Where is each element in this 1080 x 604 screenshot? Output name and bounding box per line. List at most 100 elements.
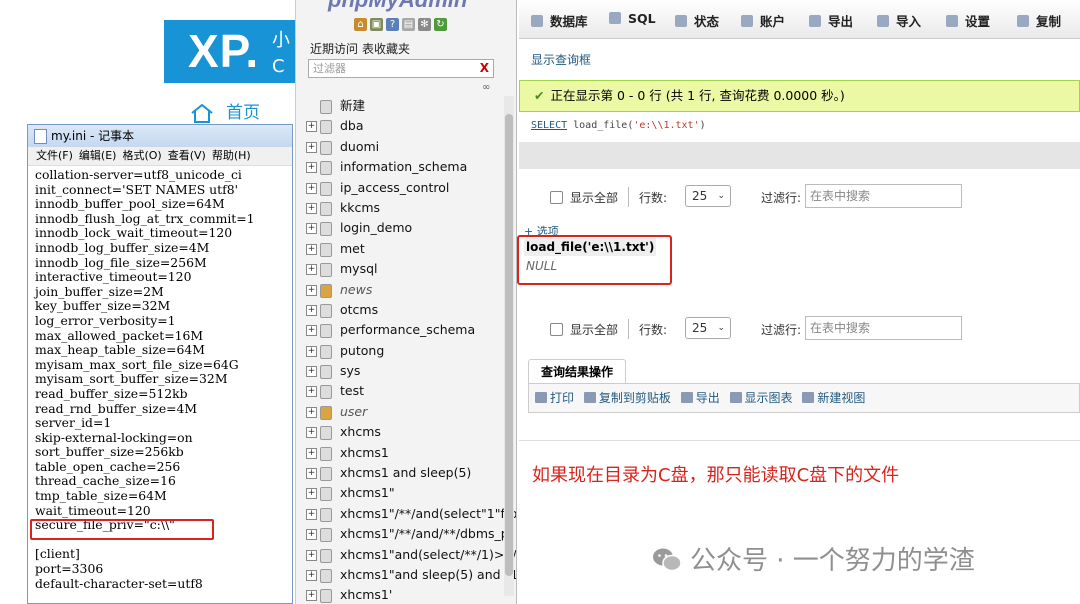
print-button[interactable]: 打印	[535, 391, 574, 405]
tree-item[interactable]: + xhcms1"/**/and/**/dbms_pi	[304, 524, 512, 544]
tree-item[interactable]: + performance_schema	[304, 320, 504, 340]
menu-help[interactable]: 帮助(H)	[212, 149, 251, 162]
expand-icon[interactable]: +	[306, 508, 317, 520]
expand-icon[interactable]: +	[306, 264, 317, 276]
expand-icon[interactable]: +	[306, 386, 317, 398]
expand-icon[interactable]: +	[306, 243, 317, 255]
nav-settings[interactable]: 设置	[946, 11, 990, 30]
reload-icon[interactable]: ↻	[434, 18, 447, 31]
tree-item[interactable]: + xhcms1"	[304, 483, 504, 503]
tree-item[interactable]: + xhcms1"and(select/**/1)>0/	[304, 545, 516, 565]
tree-item[interactable]: + putong	[304, 341, 504, 361]
database-icon	[320, 283, 332, 298]
logout-icon[interactable]: ▣	[370, 18, 383, 31]
clear-filter-button[interactable]: X	[480, 60, 489, 77]
tab-recent[interactable]: 近期访问	[310, 42, 358, 56]
gear-icon[interactable]: ✻	[418, 18, 431, 31]
notepad-line: port=3306	[35, 561, 104, 577]
copy-clipboard-button[interactable]: 复制到剪贴板	[583, 391, 671, 405]
nav-sql[interactable]: SQL	[609, 11, 656, 26]
menu-view[interactable]: 查看(V)	[168, 149, 206, 162]
expand-icon[interactable]: +	[306, 427, 317, 439]
tree-item[interactable]: + xhcms1 and sleep(5)	[304, 463, 504, 483]
export-button[interactable]: 导出	[680, 391, 720, 405]
tree-item[interactable]: + sys	[304, 361, 504, 381]
show-all-checkbox[interactable]	[550, 191, 563, 204]
tree-item-label: dba	[340, 118, 364, 134]
home-icon[interactable]: ⌂	[354, 18, 367, 31]
link-icon[interactable]: ∞	[482, 82, 490, 93]
tree-item[interactable]: + duomi	[304, 137, 504, 157]
show-query-box-link[interactable]: 显示查询框	[531, 51, 591, 68]
expand-icon[interactable]: +	[306, 202, 317, 214]
nav-replication[interactable]: 复制	[1017, 11, 1061, 30]
show-all-checkbox[interactable]	[550, 323, 563, 336]
tree-item[interactable]: + news	[304, 280, 504, 300]
expand-icon[interactable]: +	[306, 406, 317, 418]
xp-home-link[interactable]: 首页	[190, 98, 260, 123]
create-view-button[interactable]: 新建视图	[802, 391, 865, 405]
tree-item[interactable]: + information_schema	[304, 157, 504, 177]
expand-icon[interactable]: +	[306, 488, 317, 500]
nav-databases[interactable]: 数据库	[531, 11, 588, 30]
expand-icon[interactable]: +	[306, 366, 317, 378]
expand-icon[interactable]: +	[306, 182, 317, 194]
view-icon	[802, 392, 815, 403]
expand-icon[interactable]: +	[306, 590, 317, 602]
tree-item[interactable]: + test	[304, 381, 504, 401]
filter-rows-input[interactable]: 在表中搜索	[805, 184, 962, 208]
filter-rows-input[interactable]: 在表中搜索	[805, 316, 962, 340]
tree-item[interactable]: + xhcms	[304, 422, 504, 442]
sql-keyword[interactable]: SELECT	[531, 120, 567, 131]
tree-item-label: xhcms1"and sleep(5) and "1	[340, 566, 517, 582]
expand-icon[interactable]: +	[306, 468, 317, 480]
expand-icon[interactable]: +	[306, 223, 317, 235]
tab-favorites[interactable]: 表收藏夹	[362, 42, 410, 56]
tree-item[interactable]: + met	[304, 239, 504, 259]
nav-accounts[interactable]: 账户	[741, 11, 785, 30]
tree-item[interactable]: 新建	[304, 96, 504, 116]
expand-icon[interactable]: +	[306, 141, 317, 153]
expand-icon[interactable]: +	[306, 304, 317, 316]
tree-item[interactable]: + ip_access_control	[304, 178, 504, 198]
docs-icon[interactable]: ▤	[402, 18, 415, 31]
db-filter-input[interactable]: 过滤器 X	[308, 59, 494, 78]
expand-icon[interactable]: +	[306, 284, 317, 296]
expand-icon[interactable]: +	[306, 325, 317, 337]
notepad-line: innodb_flush_log_at_trx_commit=1	[35, 210, 255, 226]
menu-format[interactable]: 格式(O)	[122, 149, 161, 162]
tree-item[interactable]: + xhcms1"/**/and(select"1"fro	[304, 504, 516, 524]
expand-icon[interactable]: +	[306, 529, 317, 541]
tree-scrollbar[interactable]	[504, 96, 514, 596]
nav-status[interactable]: 状态	[675, 11, 719, 30]
nav-label: 账户	[760, 14, 786, 29]
success-text: 正在显示第 0 - 0 行 (共 1 行, 查询花费 0.0000 秒。)	[550, 88, 845, 103]
menu-edit[interactable]: 编辑(E)	[79, 149, 117, 162]
nav-export[interactable]: 导出	[809, 11, 853, 30]
nav-import[interactable]: 导入	[877, 11, 921, 30]
tree-item[interactable]: + user	[304, 402, 504, 422]
help-icon[interactable]: ?	[386, 18, 399, 31]
expand-icon[interactable]: +	[306, 569, 317, 581]
show-chart-button[interactable]: 显示图表	[729, 391, 793, 405]
tree-item[interactable]: + kkcms	[304, 198, 504, 218]
tree-scroll-thumb[interactable]	[505, 114, 513, 576]
tree-item[interactable]: + xhcms1"and sleep(5) and "1	[304, 565, 516, 585]
tree-item[interactable]: + xhcms1	[304, 443, 504, 463]
rows-select[interactable]: 25 ⌄	[685, 185, 731, 207]
tree-item-label: kkcms	[340, 199, 381, 215]
expand-icon[interactable]: +	[306, 447, 317, 459]
menu-file[interactable]: 文件(F)	[36, 149, 73, 162]
expand-icon[interactable]: +	[306, 549, 317, 561]
expand-icon[interactable]: +	[306, 162, 317, 174]
tree-item[interactable]: + login_demo	[304, 218, 504, 238]
expand-icon[interactable]: +	[306, 121, 317, 133]
expand-icon[interactable]: +	[306, 345, 317, 357]
rows-select[interactable]: 25 ⌄	[685, 317, 731, 339]
tree-item-label: news	[340, 281, 373, 297]
tree-item[interactable]: + mysql	[304, 259, 504, 279]
tree-item[interactable]: + xhcms1'	[304, 585, 504, 604]
tree-item[interactable]: + otcms	[304, 300, 504, 320]
notepad-titlebar[interactable]: my.ini - 记事本	[28, 125, 292, 147]
tree-item[interactable]: + dba	[304, 116, 504, 136]
